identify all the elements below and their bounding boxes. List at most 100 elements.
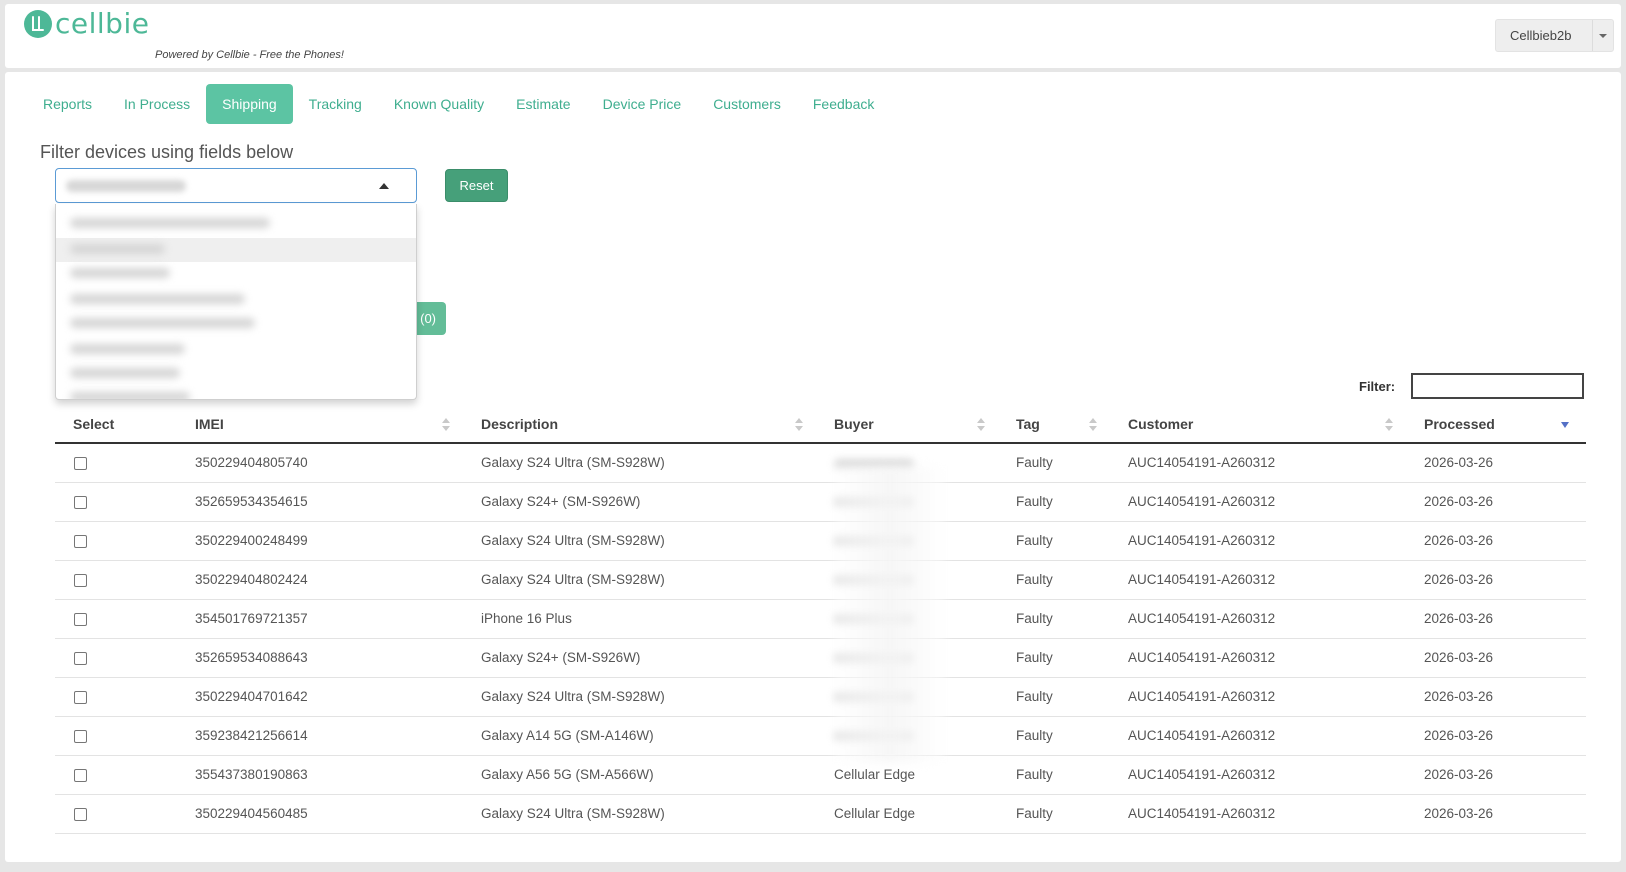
- customer-cell: AUC14054191-A260312: [1115, 755, 1411, 795]
- column-header-imei[interactable]: IMEI: [182, 405, 468, 444]
- description-cell: Galaxy S24+ (SM-S926W): [468, 482, 821, 522]
- sort-icon[interactable]: [1385, 418, 1393, 432]
- tab-in-process[interactable]: In Process: [108, 84, 206, 124]
- select-cell: [55, 716, 182, 756]
- customer-cell: AUC14054191-A260312: [1115, 560, 1411, 600]
- column-header-buyer[interactable]: Buyer: [821, 405, 1003, 444]
- table-row[interactable]: 350229404560485 Galaxy S24 Ultra (SM-S928…: [55, 794, 1586, 834]
- table-row[interactable]: 350229404805740 Galaxy S24 Ultra (SM-S928…: [55, 443, 1586, 483]
- imei-cell: 355437380190863: [182, 755, 468, 795]
- tag-cell: Faulty: [1003, 794, 1115, 834]
- description-cell: Galaxy S24 Ultra (SM-S928W): [468, 521, 821, 561]
- table-filter-input[interactable]: [1411, 373, 1584, 399]
- column-label: Tag: [1016, 415, 1040, 432]
- imei-cell: 350229404560485: [182, 794, 468, 834]
- processed-cell: 2026-03-26: [1411, 560, 1586, 600]
- processed-cell: 2026-03-26: [1411, 677, 1586, 717]
- description-cell: Galaxy S24 Ultra (SM-S928W): [468, 677, 821, 717]
- sort-icon[interactable]: [442, 418, 450, 432]
- row-select-checkbox[interactable]: [74, 729, 87, 743]
- row-select-checkbox[interactable]: [74, 807, 87, 821]
- imei-cell: 350229404802424: [182, 560, 468, 600]
- cellbie-logo[interactable]: cellbie: [24, 9, 149, 39]
- column-label: IMEI: [195, 415, 224, 432]
- tab-reports[interactable]: Reports: [27, 84, 108, 124]
- dropdown-option[interactable]: [70, 294, 245, 304]
- sort-icon[interactable]: [1089, 418, 1097, 432]
- row-select-checkbox[interactable]: [74, 651, 87, 665]
- tag-cell: Faulty: [1003, 599, 1115, 639]
- tab-shipping[interactable]: Shipping: [206, 84, 293, 124]
- sort-desc-icon[interactable]: [1561, 422, 1569, 428]
- sort-icon[interactable]: [795, 418, 803, 432]
- tag-cell: Faulty: [1003, 716, 1115, 756]
- devices-table: Select IMEI Description Buyer Tag Custom…: [55, 405, 1586, 834]
- column-label: Buyer: [834, 415, 874, 432]
- row-select-checkbox[interactable]: [74, 495, 87, 509]
- dropdown-option[interactable]: [70, 392, 190, 399]
- dropdown-option[interactable]: [70, 244, 165, 254]
- processed-cell: 2026-03-26: [1411, 443, 1586, 483]
- processed-cell: 2026-03-26: [1411, 599, 1586, 639]
- chevron-down-icon[interactable]: [1599, 34, 1607, 38]
- buyer-redaction: [835, 466, 945, 762]
- column-header-select[interactable]: Select: [55, 405, 182, 444]
- row-select-checkbox[interactable]: [74, 612, 87, 626]
- table-row[interactable]: 352659534354615 Galaxy S24+ (SM-S926W) Fau…: [55, 482, 1586, 522]
- dropdown-option[interactable]: [70, 218, 270, 228]
- tag-cell: Faulty: [1003, 677, 1115, 717]
- table-row[interactable]: 355437380190863 Galaxy A56 5G (SM-A566W) C…: [55, 755, 1586, 795]
- dropdown-option[interactable]: [70, 268, 170, 278]
- app-header: cellbie Powered by Cellbie - Free the Ph…: [5, 4, 1621, 68]
- column-header-description[interactable]: Description: [468, 405, 821, 444]
- row-select-checkbox[interactable]: [74, 690, 87, 704]
- tab-tracking[interactable]: Tracking: [293, 84, 378, 124]
- dropdown-option[interactable]: [70, 368, 180, 378]
- tab-device-price[interactable]: Device Price: [587, 84, 698, 124]
- dropdown-option[interactable]: [70, 318, 255, 328]
- column-header-customer[interactable]: Customer: [1115, 405, 1411, 444]
- imei-cell: 359238421256614: [182, 716, 468, 756]
- user-label: Cellbieb2b: [1510, 28, 1572, 43]
- table-row[interactable]: 359238421256614 Galaxy A14 5G (SM-A146W) F…: [55, 716, 1586, 756]
- tab-estimate[interactable]: Estimate: [500, 84, 586, 124]
- description-cell: iPhone 16 Plus: [468, 599, 821, 639]
- imei-cell: 350229400248499: [182, 521, 468, 561]
- row-select-checkbox[interactable]: [74, 534, 87, 548]
- column-header-tag[interactable]: Tag: [1003, 405, 1115, 444]
- tab-feedback[interactable]: Feedback: [797, 84, 890, 124]
- filter-dropdown-list[interactable]: [55, 204, 417, 400]
- processed-cell: 2026-03-26: [1411, 716, 1586, 756]
- row-select-checkbox[interactable]: [74, 573, 87, 587]
- customer-cell: AUC14054191-A260312: [1115, 677, 1411, 717]
- chevron-up-icon[interactable]: [379, 183, 389, 189]
- table-row[interactable]: 354501769721357 iPhone 16 Plus Faulty AUC14…: [55, 599, 1586, 639]
- processed-cell: 2026-03-26: [1411, 755, 1586, 795]
- description-cell: Galaxy S24 Ultra (SM-S928W): [468, 794, 821, 834]
- table-row[interactable]: 350229404701642 Galaxy S24 Ultra (SM-S928…: [55, 677, 1586, 717]
- device-filter-select[interactable]: [55, 168, 417, 203]
- column-label: Select: [73, 415, 115, 432]
- select-cell: [55, 443, 182, 483]
- row-select-checkbox[interactable]: [74, 768, 87, 782]
- tag-cell: Faulty: [1003, 482, 1115, 522]
- dropdown-option[interactable]: [70, 344, 185, 354]
- row-select-checkbox[interactable]: [74, 457, 87, 471]
- table-row[interactable]: 350229400248499 Galaxy S24 Ultra (SM-S928…: [55, 521, 1586, 561]
- column-header-processed[interactable]: Processed: [1411, 405, 1586, 444]
- buyer-cell: Cellular Edge: [821, 794, 1003, 834]
- tag-cell: Faulty: [1003, 443, 1115, 483]
- user-menu-button[interactable]: Cellbieb2b: [1495, 19, 1614, 52]
- select-cell: [55, 560, 182, 600]
- select-cell: [55, 755, 182, 795]
- reset-button[interactable]: Reset: [445, 169, 508, 202]
- table-row[interactable]: 352659534088643 Galaxy S24+ (SM-S926W) Fau…: [55, 638, 1586, 678]
- customer-cell: AUC14054191-A260312: [1115, 599, 1411, 639]
- table-row[interactable]: 350229404802424 Galaxy S24 Ultra (SM-S928…: [55, 560, 1586, 600]
- tab-known-quality[interactable]: Known Quality: [378, 84, 500, 124]
- tagline: Powered by Cellbie - Free the Phones!: [155, 49, 344, 61]
- table-filter-label: Filter:: [1359, 379, 1396, 394]
- tab-customers[interactable]: Customers: [697, 84, 797, 124]
- imei-cell: 350229404805740: [182, 443, 468, 483]
- sort-icon[interactable]: [977, 418, 985, 432]
